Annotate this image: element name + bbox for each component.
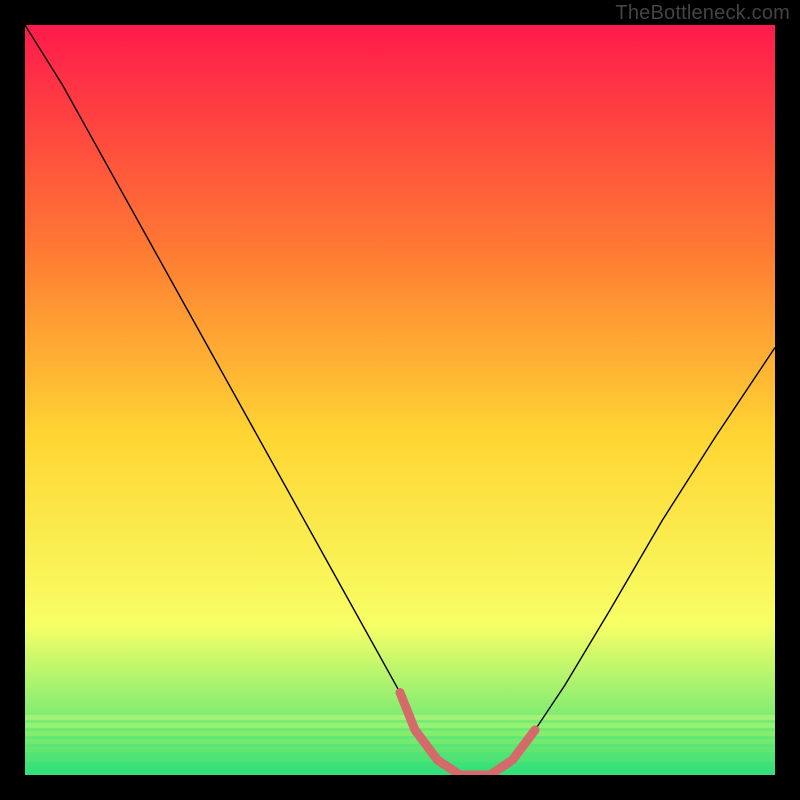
chart-frame: TheBottleneck.com <box>0 0 800 800</box>
plot-area <box>25 25 775 775</box>
gradient-background <box>25 25 775 775</box>
watermark-text: TheBottleneck.com <box>615 2 790 25</box>
chart-svg <box>25 25 775 775</box>
